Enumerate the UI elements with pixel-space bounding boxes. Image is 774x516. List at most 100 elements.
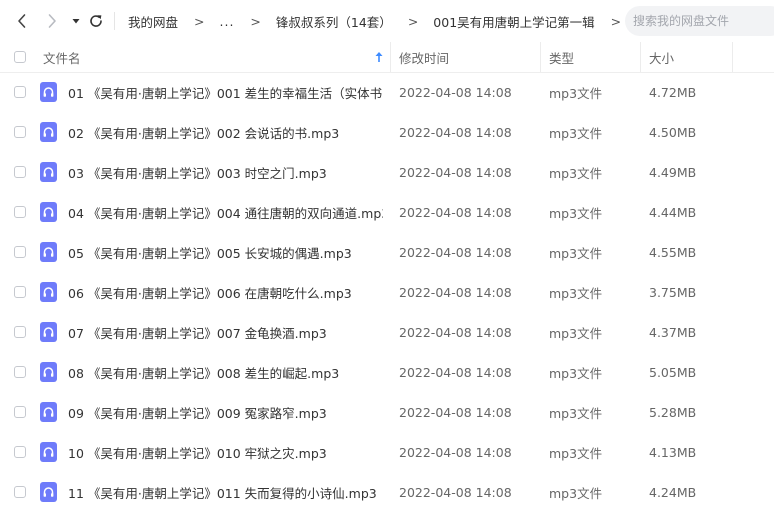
column-header-name[interactable]: 文件名	[43, 42, 81, 72]
audio-file-icon	[40, 82, 57, 102]
file-row[interactable]: 07 《吴有用·唐朝上学记》007 金龟换酒.mp3 2022-04-08 14…	[0, 312, 774, 352]
refresh-icon	[90, 15, 102, 27]
file-modified: 2022-04-08 14:08	[399, 164, 512, 180]
file-type: mp3文件	[549, 365, 603, 381]
file-name[interactable]: 02 《吴有用·唐朝上学记》002 会说话的书.mp3	[68, 112, 383, 152]
row-checkbox[interactable]	[14, 406, 26, 418]
file-row[interactable]: 06 《吴有用·唐朝上学记》006 在唐朝吃什么.mp3 2022-04-08 …	[0, 272, 774, 312]
file-name[interactable]: 07 《吴有用·唐朝上学记》007 金龟换酒.mp3	[68, 312, 383, 352]
file-row[interactable]: 11 《吴有用·唐朝上学记》011 失而复得的小诗仙.mp3 2022-04-0…	[0, 472, 774, 512]
file-type: mp3文件	[549, 245, 603, 261]
row-checkbox[interactable]	[14, 246, 26, 258]
row-checkbox[interactable]	[14, 326, 26, 338]
breadcrumb-separator: >	[194, 13, 205, 29]
file-size: 4.44MB	[649, 204, 697, 220]
audio-file-icon	[40, 402, 57, 422]
select-all-checkbox[interactable]	[14, 51, 26, 63]
audio-file-icon	[40, 442, 57, 462]
audio-file-icon	[40, 362, 57, 382]
file-name[interactable]: 10 《吴有用·唐朝上学记》010 牢狱之灾.mp3	[68, 432, 383, 472]
file-row[interactable]: 09 《吴有用·唐朝上学记》009 冤家路窄.mp3 2022-04-08 14…	[0, 392, 774, 432]
file-modified: 2022-04-08 14:08	[399, 84, 512, 100]
file-modified: 2022-04-08 14:08	[399, 244, 512, 260]
top-toolbar: 我的网盘 > ... > 锋叔叔系列（14套） > 001吴有用唐朝上学记第一辑…	[0, 0, 774, 43]
file-name[interactable]: 01 《吴有用·唐朝上学记》001 差生的幸福生活（实体书...	[68, 72, 383, 112]
audio-file-icon	[40, 122, 57, 142]
column-header-modified[interactable]: 修改时间	[399, 42, 449, 72]
file-type: mp3文件	[549, 125, 603, 141]
file-row[interactable]: 01 《吴有用·唐朝上学记》001 差生的幸福生活（实体书... 2022-04…	[0, 72, 774, 112]
chevron-left-icon	[18, 14, 26, 28]
file-name[interactable]: 05 《吴有用·唐朝上学记》005 长安城的偶遇.mp3	[68, 232, 383, 272]
chevron-right-icon	[48, 14, 56, 28]
file-list: 01 《吴有用·唐朝上学记》001 差生的幸福生活（实体书... 2022-04…	[0, 72, 774, 512]
row-checkbox[interactable]	[14, 166, 26, 178]
refresh-button[interactable]	[85, 10, 107, 32]
breadcrumb-current-folder[interactable]: 001吴有用唐朝上学记第一辑	[433, 12, 594, 31]
file-row[interactable]: 10 《吴有用·唐朝上学记》010 牢狱之灾.mp3 2022-04-08 14…	[0, 432, 774, 472]
file-name[interactable]: 06 《吴有用·唐朝上学记》006 在唐朝吃什么.mp3	[68, 272, 383, 312]
back-button[interactable]	[11, 10, 33, 32]
file-modified: 2022-04-08 14:08	[399, 484, 512, 500]
audio-file-icon	[40, 162, 57, 182]
file-row[interactable]: 04 《吴有用·唐朝上学记》004 通往唐朝的双向通道.mp3 2022-04-…	[0, 192, 774, 232]
breadcrumb-level1[interactable]: 锋叔叔系列（14套）	[276, 12, 392, 31]
search-input[interactable]	[631, 13, 774, 29]
column-divider[interactable]	[640, 42, 641, 72]
file-size: 4.37MB	[649, 324, 697, 340]
breadcrumb-separator: >	[610, 13, 622, 29]
file-name[interactable]: 08 《吴有用·唐朝上学记》008 差生的崛起.mp3	[68, 352, 383, 392]
file-row[interactable]: 05 《吴有用·唐朝上学记》005 长安城的偶遇.mp3 2022-04-08 …	[0, 232, 774, 272]
audio-file-icon	[40, 242, 57, 262]
row-checkbox[interactable]	[14, 206, 26, 218]
file-modified: 2022-04-08 14:08	[399, 364, 512, 380]
history-dropdown-button[interactable]	[65, 10, 87, 32]
file-row[interactable]: 02 《吴有用·唐朝上学记》002 会说话的书.mp3 2022-04-08 1…	[0, 112, 774, 152]
column-divider[interactable]	[732, 42, 733, 72]
file-type: mp3文件	[549, 165, 603, 181]
file-size: 4.13MB	[649, 444, 697, 460]
file-name[interactable]: 11 《吴有用·唐朝上学记》011 失而复得的小诗仙.mp3	[68, 472, 383, 512]
sort-ascending-arrow-icon[interactable]	[374, 51, 384, 63]
file-type: mp3文件	[549, 485, 603, 501]
forward-button[interactable]	[41, 10, 63, 32]
column-header-size[interactable]: 大小	[649, 42, 674, 72]
breadcrumb-separator: >	[407, 13, 419, 29]
row-checkbox[interactable]	[14, 86, 26, 98]
breadcrumb-ellipsis[interactable]: ...	[220, 14, 235, 29]
audio-file-icon	[40, 202, 57, 222]
breadcrumb: 我的网盘 > ... > 锋叔叔系列（14套） > 001吴有用唐朝上学记第一辑…	[128, 0, 636, 42]
row-checkbox[interactable]	[14, 446, 26, 458]
file-name[interactable]: 04 《吴有用·唐朝上学记》004 通往唐朝的双向通道.mp3	[68, 192, 383, 232]
file-list-header: 文件名 修改时间 类型 大小	[0, 42, 774, 73]
row-checkbox[interactable]	[14, 366, 26, 378]
file-modified: 2022-04-08 14:08	[399, 444, 512, 460]
file-modified: 2022-04-08 14:08	[399, 284, 512, 300]
file-type: mp3文件	[549, 85, 603, 101]
row-checkbox[interactable]	[14, 286, 26, 298]
file-modified: 2022-04-08 14:08	[399, 404, 512, 420]
file-type: mp3文件	[549, 205, 603, 221]
file-size: 5.05MB	[649, 364, 697, 380]
file-name[interactable]: 03 《吴有用·唐朝上学记》003 时空之门.mp3	[68, 152, 383, 192]
file-type: mp3文件	[549, 405, 603, 421]
file-size: 4.24MB	[649, 484, 697, 500]
file-row[interactable]: 08 《吴有用·唐朝上学记》008 差生的崛起.mp3 2022-04-08 1…	[0, 352, 774, 392]
file-row[interactable]: 03 《吴有用·唐朝上学记》003 时空之门.mp3 2022-04-08 14…	[0, 152, 774, 192]
file-name[interactable]: 09 《吴有用·唐朝上学记》009 冤家路窄.mp3	[68, 392, 383, 432]
file-modified: 2022-04-08 14:08	[399, 124, 512, 140]
file-size: 5.28MB	[649, 404, 697, 420]
column-header-type[interactable]: 类型	[549, 42, 574, 72]
row-checkbox[interactable]	[14, 126, 26, 138]
row-checkbox[interactable]	[14, 486, 26, 498]
audio-file-icon	[40, 322, 57, 342]
file-type: mp3文件	[549, 445, 603, 461]
file-modified: 2022-04-08 14:08	[399, 324, 512, 340]
file-size: 3.75MB	[649, 284, 697, 300]
toolbar-divider	[114, 12, 115, 30]
search-box	[625, 6, 774, 36]
column-divider[interactable]	[540, 42, 541, 72]
column-divider[interactable]	[390, 42, 391, 72]
breadcrumb-root[interactable]: 我的网盘	[128, 12, 178, 31]
breadcrumb-separator: >	[250, 13, 261, 29]
